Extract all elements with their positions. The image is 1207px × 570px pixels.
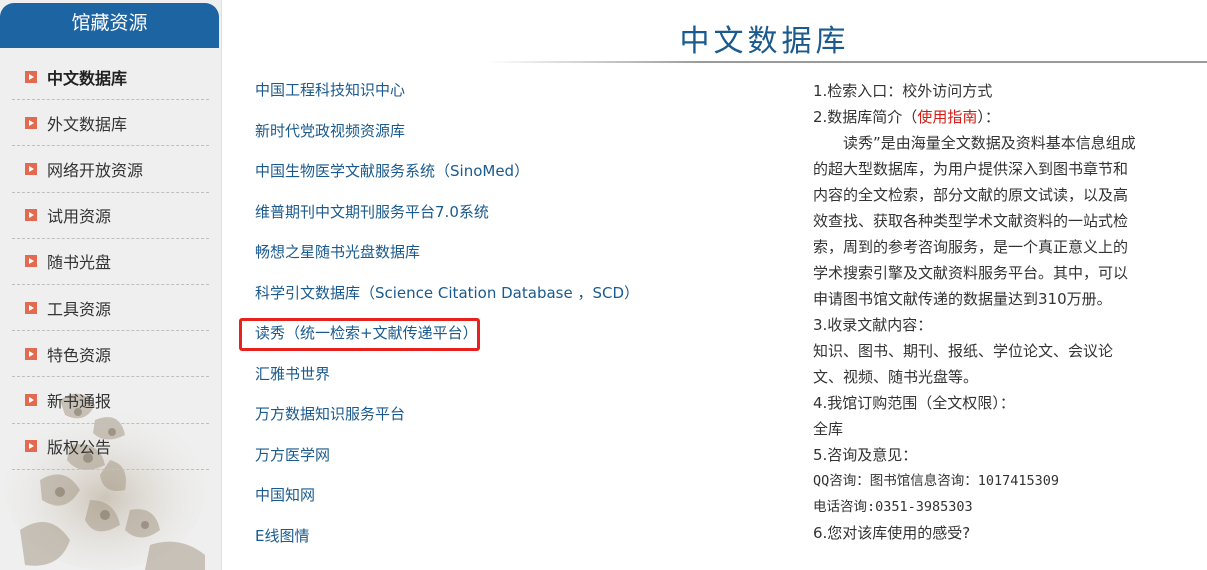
title-divider [487, 61, 1207, 63]
sidebar-item-book-cds[interactable]: 随书光盘 [12, 239, 209, 285]
arrow-bullet-icon [25, 255, 37, 268]
info-feedback-heading: 6.您对该库使用的感受? [813, 524, 971, 542]
sidebar-header: 馆藏资源 [0, 3, 219, 48]
database-link-cnki[interactable]: 中国知网 [255, 475, 755, 516]
sidebar-item-trial-resources[interactable]: 试用资源 [12, 193, 209, 239]
database-link-duxiu[interactable]: 读秀（统一检索+文献传递平台） [255, 313, 755, 354]
arrow-bullet-icon [25, 440, 37, 453]
database-link-exian[interactable]: E线图情 [255, 516, 755, 557]
info-content-heading: 3.收录文献内容： [813, 316, 933, 334]
sidebar-item-special-resources[interactable]: 特色资源 [12, 331, 209, 378]
sidebar-item-copyright-notice[interactable]: 版权公告 [12, 424, 209, 470]
sidebar-item-label: 网络开放资源 [47, 160, 144, 180]
info-scope-heading: 4.我馆订购范围（全文权限）： [813, 394, 1015, 412]
database-link-changxiang[interactable]: 畅想之星随书光盘数据库 [255, 232, 755, 273]
main-content: 中文数据库 中国工程科技知识中心 新时代党政视频资源库 中国生物医学文献服务系统… [222, 0, 1207, 570]
arrow-bullet-icon [25, 301, 37, 314]
database-link-vip[interactable]: 维普期刊中文期刊服务平台7.0系统 [255, 192, 755, 233]
info-qq-contact: QQ咨询：图书馆信息咨询：1017415309 [813, 473, 1060, 489]
sidebar: 馆藏资源 中文数据库 外文数据库 网络开放资源 试用资源 随书光盘 工具资源 特… [0, 0, 222, 570]
sidebar-item-foreign-databases[interactable]: 外文数据库 [12, 100, 209, 147]
database-link-party-video[interactable]: 新时代党政视频资源库 [255, 111, 755, 152]
arrow-bullet-icon [25, 393, 37, 406]
sidebar-item-label: 工具资源 [47, 299, 112, 319]
arrow-bullet-icon [25, 116, 37, 129]
info-phone-contact: 电话咨询:0351-3985303 [813, 499, 973, 515]
info-scope-text: 全库 [813, 420, 844, 438]
database-link-cktk[interactable]: 中国工程科技知识中心 [255, 70, 755, 111]
database-link-scd[interactable]: 科学引文数据库（Science Citation Database ，SCD） [255, 273, 755, 314]
info-content-text: 知识、图书、期刊、报纸、学位论文、会议论文、视频、随书光盘等。 [813, 342, 1114, 386]
database-list: 中国工程科技知识中心 新时代党政视频资源库 中国生物医学文献服务系统（SinoM… [239, 70, 755, 557]
arrow-bullet-icon [25, 347, 37, 360]
arrow-bullet-icon [25, 162, 37, 175]
page-title: 中文数据库 [679, 24, 850, 59]
sidebar-item-label: 外文数据库 [47, 114, 128, 134]
arrow-bullet-icon [25, 209, 37, 222]
usage-guide-link[interactable]: 使用指南 [917, 108, 977, 126]
database-info-panel: 1.检索入口：校外访问方式 2.数据库简介（使用指南）： 读秀”是由海量全文数据… [813, 78, 1137, 546]
page-title-bar: 中文数据库 [222, 0, 1207, 66]
sidebar-item-label: 版权公告 [47, 438, 112, 458]
info-intro-heading: 2.数据库简介（使用指南）： [813, 108, 1000, 126]
sidebar-item-new-books[interactable]: 新书通报 [12, 377, 209, 424]
database-link-huiya[interactable]: 汇雅书世界 [255, 354, 755, 395]
info-contact-heading: 5.咨询及意见： [813, 446, 918, 464]
sidebar-item-label: 中文数据库 [47, 68, 128, 88]
database-link-wanfang[interactable]: 万方数据知识服务平台 [255, 394, 755, 435]
info-intro-text: 读秀”是由海量全文数据及资料基本信息组成的超大型数据库，为用户提供深入到图书章节… [813, 134, 1136, 308]
arrow-bullet-icon [25, 70, 37, 83]
info-access-entry: 1.检索入口：校外访问方式 [813, 82, 993, 100]
sidebar-item-label: 新书通报 [47, 391, 112, 411]
sidebar-item-chinese-databases[interactable]: 中文数据库 [12, 54, 209, 101]
database-link-sinomed[interactable]: 中国生物医学文献服务系统（SinoMed） [255, 151, 755, 192]
sidebar-item-tool-resources[interactable]: 工具资源 [12, 285, 209, 332]
sidebar-item-open-resources[interactable]: 网络开放资源 [12, 146, 209, 193]
sidebar-item-label: 特色资源 [47, 345, 112, 365]
database-link-wanfang-med[interactable]: 万方医学网 [255, 435, 755, 476]
sidebar-item-label: 随书光盘 [47, 253, 112, 273]
sidebar-item-label: 试用资源 [47, 207, 112, 227]
sidebar-nav: 中文数据库 外文数据库 网络开放资源 试用资源 随书光盘 工具资源 特色资源 新… [12, 54, 209, 470]
